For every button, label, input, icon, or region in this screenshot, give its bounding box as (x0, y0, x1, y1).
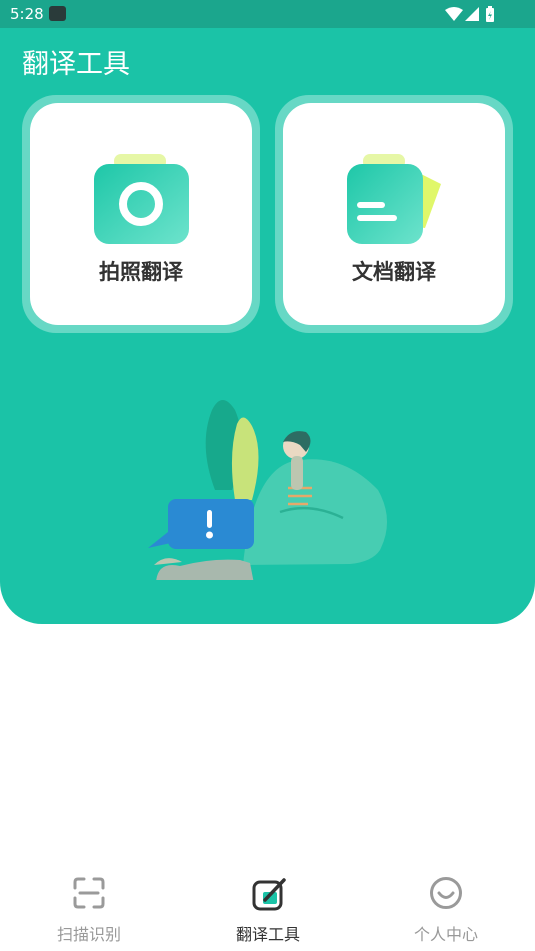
status-indicators (445, 6, 505, 22)
nav-item-profile[interactable]: 个人中心 (366, 860, 526, 951)
page-title: 翻译工具 (22, 49, 130, 80)
document-translate-card-body[interactable]: 文档翻译 (283, 103, 505, 325)
photo-translate-label: 拍照翻译 (99, 260, 183, 284)
notification-app-icon (49, 6, 66, 21)
status-bar: 5:28 (0, 0, 535, 28)
wifi-icon (445, 7, 463, 21)
person-with-speech-bubble-illustration (140, 390, 400, 594)
photo-translate-card[interactable]: 拍照翻译 (22, 95, 260, 333)
document-icon (345, 146, 445, 250)
nav-item-translate[interactable]: 翻译工具 (188, 860, 348, 951)
battery-icon (486, 6, 494, 22)
status-time: 5:28 (10, 5, 44, 23)
scan-icon (72, 876, 106, 914)
translate-edit-icon (251, 876, 287, 916)
nav-label-profile: 个人中心 (413, 925, 478, 944)
smiley-icon (429, 876, 465, 916)
bottom-nav: 扫描识别 翻译工具 个人中心 (0, 860, 535, 951)
nav-label-scan: 扫描识别 (56, 925, 121, 944)
document-translate-label: 文档翻译 (352, 260, 436, 284)
nav-item-scan[interactable]: 扫描识别 (9, 860, 169, 951)
hero-panel: 翻译工具 拍照翻译 文档翻译 (0, 28, 535, 624)
photo-translate-card-body[interactable]: 拍照翻译 (30, 103, 252, 325)
document-translate-card[interactable]: 文档翻译 (275, 95, 513, 333)
camera-icon (92, 146, 192, 250)
nav-label-translate: 翻译工具 (235, 925, 300, 944)
signal-icon (465, 7, 479, 21)
